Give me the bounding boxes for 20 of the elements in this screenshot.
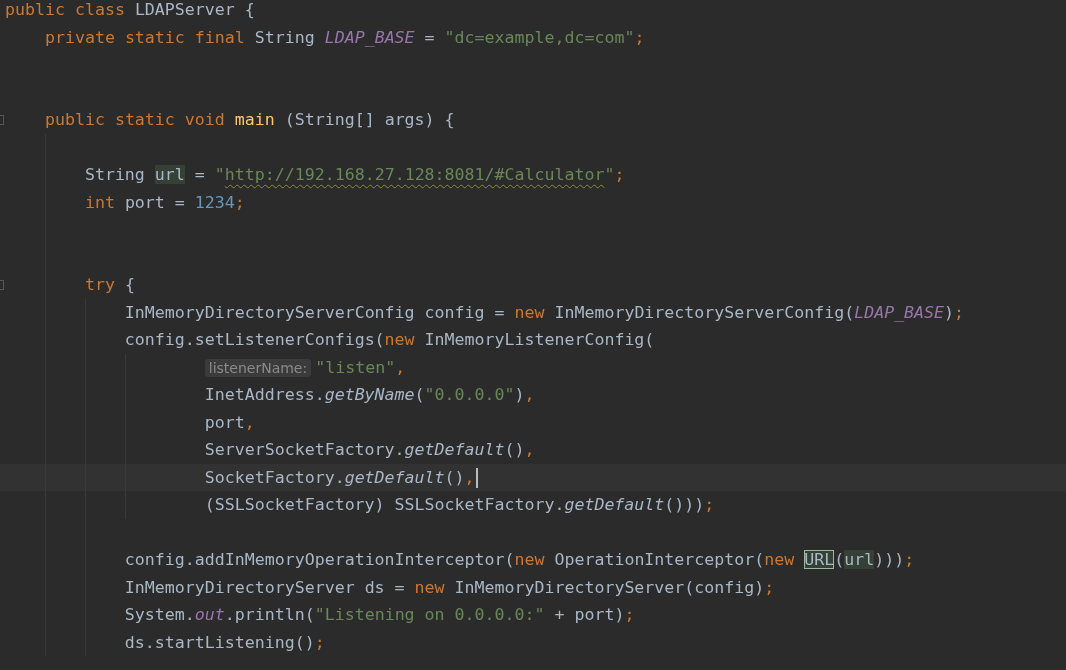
- code-line: (SSLSocketFactory) SSLSocketFactory.getDefault()));: [204, 494, 715, 516]
- code-line: public class LDAPServer {: [5, 0, 255, 21]
- code-line: String url = "http://192.168.27.128:8081/#Calculator";: [84, 164, 625, 186]
- code-line: ds.startListening();: [124, 631, 325, 654]
- code-line: public static void main (String[] args) {: [44, 109, 455, 131]
- code-line: System.out.println("Listening on 0.0.0.0:" + port);: [124, 604, 635, 626]
- code-line: config.addInMemoryOperationInterceptor(new OperationInterceptor(new URL(url)));: [124, 549, 915, 571]
- code-line: ServerSocketFactory.getDefault(),: [204, 439, 535, 461]
- code-line: int port = 1234;: [84, 191, 245, 214]
- code-line: config.setListenerConfigs(new InMemoryListenerConfig(: [124, 329, 655, 351]
- code-line: InMemoryDirectoryServer ds = new InMemoryDirectoryServer(config);: [124, 576, 775, 599]
- code-line: listenerName: "listen",: [204, 353, 406, 381]
- code-line: port,: [204, 411, 255, 434]
- fold-marker-icon[interactable]: [0, 115, 4, 125]
- fold-marker-icon[interactable]: [0, 280, 4, 290]
- code-line: try {: [84, 274, 135, 296]
- code-line: InetAddress.getByName("0.0.0.0"),: [204, 384, 535, 406]
- code-line: SocketFactory.getDefault(),: [204, 463, 478, 491]
- code-line: InMemoryDirectoryServerConfig config = new InMemoryDirectoryServerConfig(LDAP_BASE);: [124, 301, 965, 324]
- code-line: private static final String LDAP_BASE = "dc=example,dc=com";: [44, 26, 645, 49]
